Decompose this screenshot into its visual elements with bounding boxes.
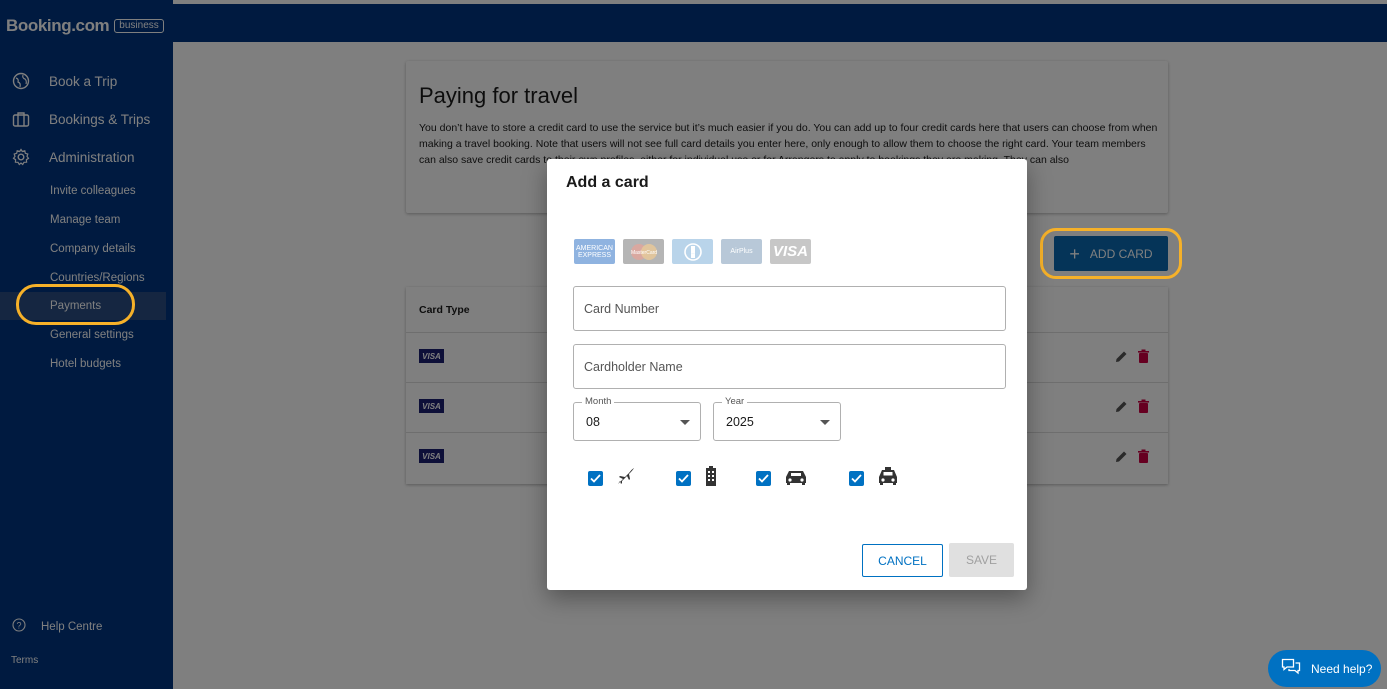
svg-text:MasterCard: MasterCard	[630, 250, 656, 256]
year-value: 2025	[726, 415, 754, 429]
year-select[interactable]: Year 2025	[713, 396, 841, 441]
mastercard-logo-icon: MasterCard	[623, 239, 664, 264]
hotels-checkbox[interactable]	[676, 471, 691, 486]
visa-logo-icon: VISA	[770, 239, 811, 264]
chat-bubbles-icon	[1281, 658, 1301, 679]
card-number-field[interactable]	[573, 286, 1006, 331]
add-card-dialog: Add a card AMERICAN EXPRESS MasterCard D…	[547, 159, 1027, 590]
taxi-checkbox[interactable]	[849, 471, 864, 486]
cardholder-name-field[interactable]	[573, 344, 1006, 389]
airplus-logo-icon: AirPlus	[721, 239, 762, 264]
highlight-ring-add-card	[1040, 228, 1182, 279]
diners-club-logo-icon: Diners	[672, 239, 713, 264]
need-help-label: Need help?	[1311, 661, 1373, 676]
plane-icon	[615, 465, 637, 492]
dialog-title: Add a card	[566, 174, 649, 191]
flights-checkbox[interactable]	[588, 471, 603, 486]
car-rental-checkbox[interactable]	[756, 471, 771, 486]
need-help-chat-button[interactable]: Need help?	[1268, 650, 1381, 687]
caret-down-icon	[820, 420, 830, 425]
month-select[interactable]: Month 08	[573, 396, 701, 441]
hotel-building-icon	[703, 465, 719, 492]
travel-type-flights	[588, 465, 637, 492]
taxi-icon	[876, 465, 900, 492]
car-icon	[783, 465, 809, 492]
card-number-input[interactable]	[574, 287, 1005, 330]
amex-logo-icon: AMERICAN EXPRESS	[574, 239, 615, 264]
highlight-ring-payments	[16, 284, 135, 325]
svg-text:Diners: Diners	[691, 253, 694, 255]
save-button[interactable]: SAVE	[949, 543, 1014, 577]
cardholder-name-input[interactable]	[574, 345, 1005, 388]
accepted-card-brands: AMERICAN EXPRESS MasterCard Diners AirPl…	[574, 239, 811, 264]
month-value: 08	[586, 415, 600, 429]
year-label: Year	[722, 396, 748, 407]
travel-type-taxi	[849, 465, 900, 492]
cancel-button[interactable]: CANCEL	[862, 544, 943, 577]
caret-down-icon	[680, 420, 690, 425]
month-label: Month	[582, 396, 615, 407]
travel-type-car-rental	[756, 465, 809, 492]
travel-type-hotels	[676, 465, 719, 492]
